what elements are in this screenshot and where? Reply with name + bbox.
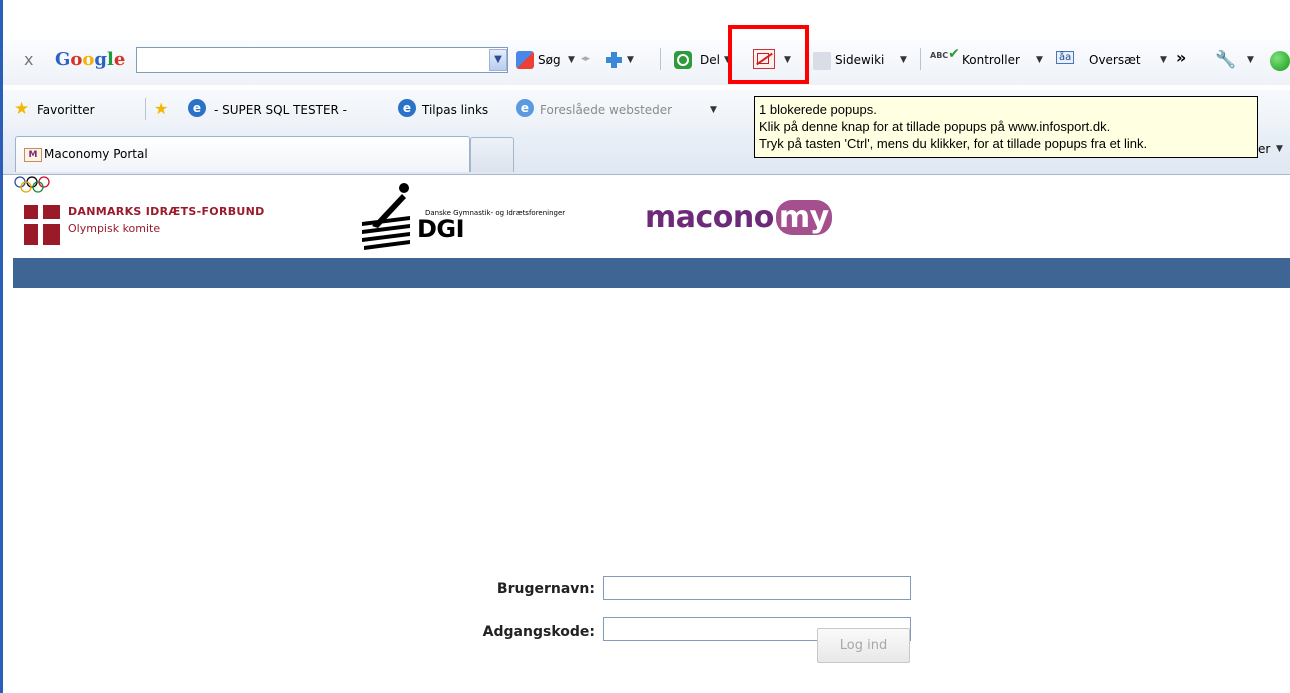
translate-dropdown-caret[interactable]: ▼ bbox=[1160, 55, 1167, 65]
add-to-favorites-icon[interactable]: ★ bbox=[154, 99, 168, 118]
popup-blocker-tooltip: 1 blokerede popups. Klik på denne knap f… bbox=[754, 96, 1258, 158]
ie-page-icon: e bbox=[398, 99, 416, 117]
spellcheck-icon[interactable]: ABC✔ bbox=[930, 46, 960, 62]
google-toolbar-close-button[interactable]: x bbox=[24, 50, 33, 69]
username-label: Brugernavn: bbox=[496, 581, 595, 597]
favorite-link-super-sql-tester[interactable]: - SUPER SQL TESTER - bbox=[214, 103, 347, 117]
toolbar-separator bbox=[660, 48, 661, 70]
google-logo: Google bbox=[55, 49, 126, 70]
tab-maconomy-portal[interactable]: M Maconomy Portal bbox=[15, 136, 470, 172]
sidewiki-button-label[interactable]: Sidewiki bbox=[835, 53, 884, 67]
suggested-sites-label[interactable]: Foreslåede websteder bbox=[540, 103, 672, 117]
translate-button-label[interactable]: Oversæt bbox=[1089, 53, 1141, 67]
dif-subtitle: Olympisk komite bbox=[68, 222, 161, 235]
spellcheck-dropdown-caret[interactable]: ▼ bbox=[1036, 55, 1043, 65]
favorite-link-tilpas-links[interactable]: Tilpas links bbox=[422, 103, 488, 117]
header-blue-band bbox=[13, 258, 1290, 288]
green-status-icon[interactable] bbox=[1270, 51, 1290, 71]
page-content: DANMARKS IDRÆTS-FORBUND Olympisk komite … bbox=[13, 176, 1290, 693]
search-dropdown-caret[interactable]: ▼ bbox=[568, 55, 575, 65]
more-tools-chevron[interactable]: » bbox=[1176, 48, 1186, 67]
spellcheck-button-label[interactable]: Kontroller bbox=[962, 53, 1020, 67]
olympic-rings-logo bbox=[14, 176, 50, 193]
tooltip-line-3: Tryk på tasten 'Ctrl', mens du klikker, … bbox=[759, 136, 1148, 151]
suggested-sites-dropdown-caret[interactable]: ▼ bbox=[710, 105, 717, 115]
google-search-input[interactable] bbox=[136, 47, 508, 73]
sidewiki-dropdown-caret[interactable]: ▼ bbox=[900, 55, 907, 65]
tab-tools-dropdown-caret[interactable]: ▼ bbox=[1276, 144, 1283, 154]
share-button-label[interactable]: Del bbox=[700, 53, 720, 67]
favorites-star-icon: ★ bbox=[14, 99, 30, 119]
translate-icon[interactable]: åa bbox=[1056, 51, 1075, 64]
dgi-wordmark: DGI bbox=[417, 215, 465, 243]
search-history-dropdown-button[interactable]: ▼ bbox=[489, 49, 507, 71]
wrench-settings-icon[interactable]: 🔧 bbox=[1215, 50, 1236, 70]
maconomy-logo: macono my bbox=[645, 200, 832, 235]
password-label: Adgangskode: bbox=[482, 624, 595, 640]
toolbar-separator bbox=[920, 48, 921, 70]
red-highlight-box bbox=[728, 25, 809, 84]
navigate-arrows-icon[interactable]: ◂▸ bbox=[581, 54, 590, 64]
tab-title: Maconomy Portal bbox=[44, 147, 148, 161]
tab-overflow-text[interactable]: er bbox=[1258, 142, 1270, 156]
google-search-icon[interactable] bbox=[516, 51, 534, 69]
login-button[interactable]: Log ind bbox=[817, 628, 910, 663]
new-tab-button[interactable] bbox=[470, 137, 514, 172]
tooltip-line-2: Klik på denne knap for at tillade popups… bbox=[759, 119, 1111, 134]
tooltip-line-1: 1 blokerede popups. bbox=[759, 102, 877, 117]
settings-dropdown-caret[interactable]: ▼ bbox=[1247, 55, 1254, 65]
add-button-plus-icon[interactable] bbox=[604, 50, 624, 70]
toolbar-separator bbox=[145, 98, 146, 120]
page-header: DANMARKS IDRÆTS-FORBUND Olympisk komite … bbox=[13, 176, 1290, 258]
add-dropdown-caret[interactable]: ▼ bbox=[627, 55, 634, 65]
suggested-sites-icon: e bbox=[516, 99, 534, 117]
username-input[interactable] bbox=[603, 576, 911, 600]
favorites-button-label[interactable]: Favoritter bbox=[37, 103, 95, 117]
dgi-figure-logo bbox=[362, 183, 410, 250]
share-icon[interactable] bbox=[674, 51, 692, 69]
sidewiki-icon[interactable] bbox=[813, 52, 831, 70]
ie-page-icon: e bbox=[188, 99, 206, 117]
search-button-label[interactable]: Søg bbox=[538, 53, 561, 67]
dif-name: DANMARKS IDRÆTS-FORBUND bbox=[68, 205, 265, 218]
maconomy-favicon: M bbox=[24, 148, 42, 162]
dif-flag-logo bbox=[24, 205, 60, 245]
